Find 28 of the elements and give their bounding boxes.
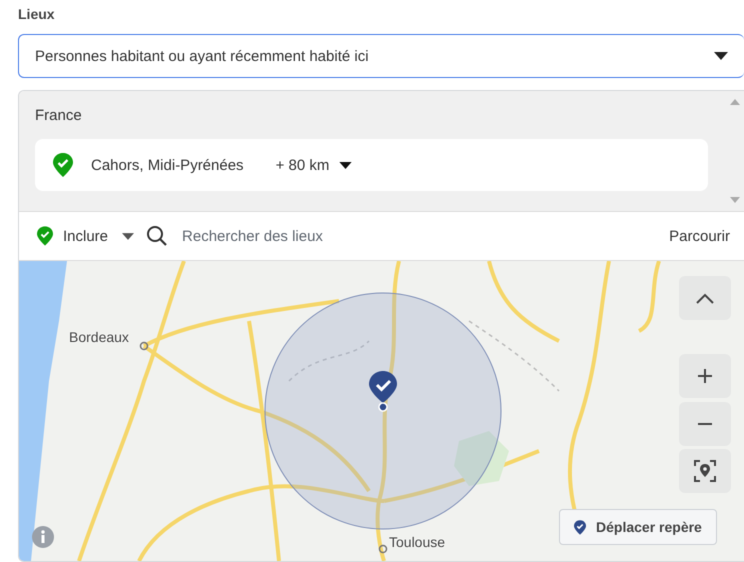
audience-dropdown[interactable]: Personnes habitant ou ayant récemment habité ici — [18, 34, 744, 78]
city-label: Bordeaux — [69, 329, 129, 345]
minus-icon — [697, 423, 713, 425]
scroll-up-icon[interactable] — [730, 99, 740, 105]
locate-button[interactable] — [679, 449, 731, 493]
map-pin-icon[interactable] — [369, 371, 397, 413]
move-pin-button[interactable]: Déplacer repère — [559, 509, 717, 545]
info-icon[interactable] — [32, 526, 54, 548]
browse-link[interactable]: Parcourir — [669, 228, 730, 244]
scroll-down-icon[interactable] — [730, 197, 740, 203]
locate-icon — [693, 459, 717, 483]
zoom-in-button[interactable] — [679, 354, 731, 398]
pin-icon — [37, 226, 53, 246]
caret-icon[interactable] — [339, 162, 352, 168]
country-label: France — [35, 107, 83, 124]
location-name: Cahors, Midi-Pyrénées — [91, 156, 244, 174]
search-field[interactable]: Rechercher des lieux — [180, 226, 658, 246]
chevron-up-icon — [695, 292, 715, 304]
section-label: Lieux — [18, 5, 56, 24]
city-label: Toulouse — [389, 534, 446, 550]
search-icon — [146, 225, 168, 247]
radius-dropdown[interactable]: + 80 km — [276, 156, 330, 174]
include-dropdown[interactable]: Inclure — [37, 226, 134, 246]
collapse-button[interactable] — [679, 276, 731, 320]
caret-icon — [714, 52, 728, 60]
plus-icon — [697, 368, 713, 384]
pin-icon — [574, 520, 586, 534]
caret-icon — [122, 232, 134, 240]
